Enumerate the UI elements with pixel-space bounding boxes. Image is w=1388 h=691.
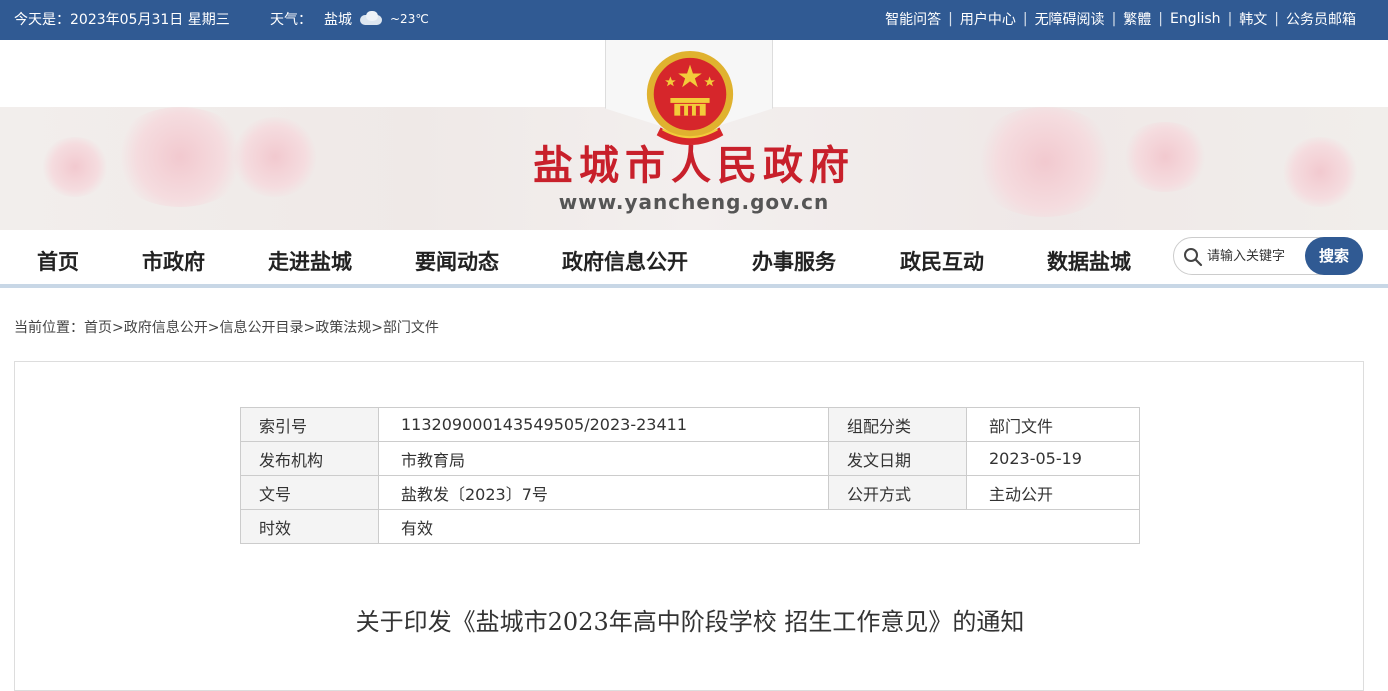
- breadcrumb: 当前位置：首页>政府信息公开>信息公开目录>政策法规>部门文件: [14, 317, 439, 337]
- top-bar: 今天是：2023年05月31日 星期三 天气： 盐城 ~23℃ 智能问答 | 用户…: [0, 0, 1388, 40]
- document-meta-table: 索引号 113209000143549505/2023-23411 组配分类 部…: [240, 407, 1140, 544]
- link-accessibility[interactable]: 无障碍阅读: [1035, 9, 1105, 29]
- meta-value: 有效: [378, 509, 1140, 544]
- nav-item-services[interactable]: 办事服务: [752, 246, 836, 276]
- meta-key: 公开方式: [828, 475, 967, 510]
- link-english[interactable]: English: [1170, 11, 1221, 27]
- link-traditional-chinese[interactable]: 繁體: [1123, 9, 1151, 29]
- nav-item-interaction[interactable]: 政民互动: [900, 246, 984, 276]
- search-icon: [1184, 248, 1203, 267]
- nav-item-news[interactable]: 要闻动态: [415, 246, 499, 276]
- weather-label: 天气：: [270, 12, 312, 28]
- divider: |: [1274, 11, 1279, 27]
- meta-key: 组配分类: [828, 407, 967, 442]
- meta-key: 发文日期: [828, 441, 967, 476]
- meta-value: 2023-05-19: [966, 441, 1140, 476]
- divider: |: [1158, 11, 1163, 27]
- breadcrumb-separator: >: [303, 320, 316, 336]
- article-container: 索引号 113209000143549505/2023-23411 组配分类 部…: [14, 361, 1364, 691]
- divider: |: [1111, 11, 1117, 27]
- meta-key: 发布机构: [240, 441, 379, 476]
- site-title[interactable]: 盐城市人民政府: [0, 133, 1388, 191]
- top-links: 智能问答 | 用户中心 | 无障碍阅读 | 繁體 | English | 韩文 | 公务员邮…: [885, 9, 1356, 29]
- table-row: 文号 盐教发〔2023〕7号 公开方式 主动公开: [240, 475, 1140, 510]
- meta-value: 盐教发〔2023〕7号: [378, 475, 829, 510]
- nav-item-home[interactable]: 首页: [37, 246, 79, 276]
- nav-item-city-government[interactable]: 市政府: [142, 246, 205, 276]
- weather-city: 盐城: [324, 12, 352, 28]
- meta-value: 主动公开: [966, 475, 1140, 510]
- link-civil-servant-mail[interactable]: 公务员邮箱: [1286, 9, 1356, 29]
- nav-item-info-disclosure[interactable]: 政府信息公开: [562, 246, 688, 276]
- meta-key: 文号: [240, 475, 379, 510]
- breadcrumb-separator: >: [371, 320, 383, 336]
- breadcrumb-label: 当前位置：: [14, 320, 84, 336]
- divider: |: [948, 11, 953, 27]
- table-row: 发布机构 市教育局 发文日期 2023-05-19: [240, 441, 1140, 476]
- nav-item-about-yancheng[interactable]: 走进盐城: [268, 246, 352, 276]
- document-title: 关于印发《盐城市2023年高中阶段学校 招生工作意见》的通知: [355, 608, 1025, 636]
- breadcrumb-catalog[interactable]: 信息公开目录: [219, 320, 303, 336]
- weather-widget: 天气： 盐城 ~23℃: [270, 9, 429, 29]
- weather-temp: ~23℃: [390, 12, 429, 26]
- search-box: 搜索: [1173, 237, 1363, 275]
- divider: |: [1022, 11, 1028, 27]
- link-user-center[interactable]: 用户中心: [960, 9, 1016, 29]
- cloud-icon: [354, 11, 388, 27]
- table-row: 索引号 113209000143549505/2023-23411 组配分类 部…: [240, 407, 1140, 442]
- breadcrumb-separator: >: [112, 320, 124, 336]
- search-input[interactable]: [1207, 246, 1307, 266]
- breadcrumb-separator: >: [207, 320, 220, 336]
- divider: |: [1227, 11, 1233, 27]
- meta-key: 时效: [240, 509, 379, 544]
- meta-value: 113209000143549505/2023-23411: [378, 407, 829, 442]
- meta-value: 部门文件: [966, 407, 1140, 442]
- breadcrumb-home[interactable]: 首页: [84, 320, 112, 336]
- table-row: 时效 有效: [240, 509, 1140, 544]
- site-header: 盐城市人民政府 www.yancheng.gov.cn: [0, 40, 1388, 230]
- breadcrumb-policy[interactable]: 政策法规: [315, 320, 371, 336]
- meta-key: 索引号: [240, 407, 379, 442]
- link-smart-qa[interactable]: 智能问答: [885, 9, 941, 29]
- current-date: 今天是：2023年05月31日 星期三: [14, 12, 230, 28]
- nav-item-data-yancheng[interactable]: 数据盐城: [1047, 246, 1131, 276]
- breadcrumb-dept-docs[interactable]: 部门文件: [383, 320, 439, 336]
- link-korean[interactable]: 韩文: [1239, 9, 1267, 29]
- site-url: www.yancheng.gov.cn: [558, 190, 830, 214]
- search-button[interactable]: 搜索: [1305, 237, 1363, 275]
- breadcrumb-info-disclosure[interactable]: 政府信息公开: [124, 320, 208, 336]
- meta-value: 市教育局: [378, 441, 829, 476]
